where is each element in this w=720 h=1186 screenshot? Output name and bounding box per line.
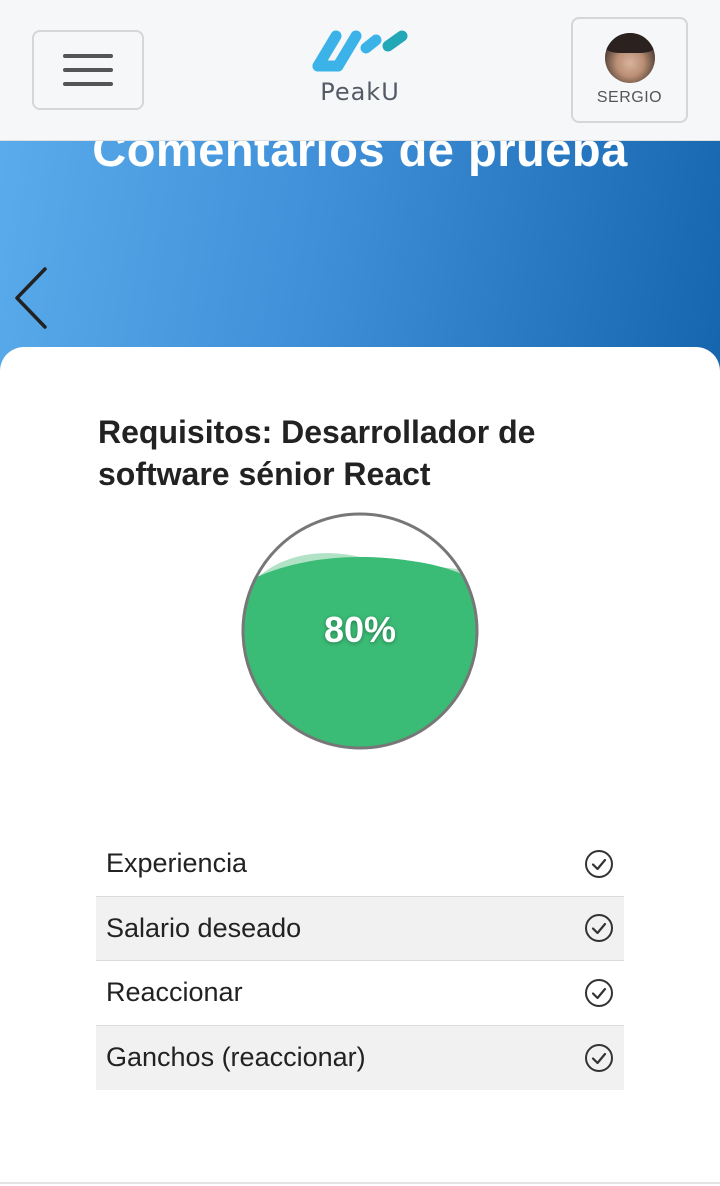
requirement-item-ganchos[interactable]: Ganchos (reaccionar) [96,1025,624,1090]
chevron-left-icon [15,267,47,329]
peaku-logo-icon [312,30,408,72]
match-gauge: 80% [240,511,480,751]
logo[interactable]: PeakU [300,26,420,110]
requirement-label: Ganchos (reaccionar) [106,1042,366,1073]
logo-text: PeakU [320,78,400,106]
check-circle-icon [584,849,614,879]
top-bar: PeakU SERGIO [0,0,720,141]
user-name: SERGIO [596,89,663,106]
gauge-fill [244,557,476,747]
requirements-card: Requisitos: Desarrollador de software sé… [0,347,720,1186]
check-circle-icon [584,978,614,1008]
back-button[interactable] [6,262,56,334]
requirement-item-experiencia[interactable]: Experiencia [96,832,624,897]
requirement-label: Salario deseado [106,912,302,943]
user-profile-button[interactable]: SERGIO [571,17,688,123]
check-circle-icon [584,913,614,943]
menu-button[interactable] [32,30,144,110]
requirements-list: Experiencia Salario deseado Reaccionar G… [96,832,624,1090]
avatar [604,33,655,83]
hamburger-icon [63,54,113,86]
page: Comentarios de prueba PeakU SERGIO Requi… [0,0,720,1186]
requirements-title: Requisitos: Desarrollador de software sé… [98,414,536,492]
requirement-label: Experiencia [106,848,248,879]
requirement-item-reaccionar[interactable]: Reaccionar [96,961,624,1026]
bottom-divider [0,1182,720,1184]
requirement-item-salario[interactable]: Salario deseado [96,896,624,961]
match-percentage: 80% [323,609,397,650]
requirement-label: Reaccionar [106,977,243,1008]
check-circle-icon [584,1043,614,1073]
